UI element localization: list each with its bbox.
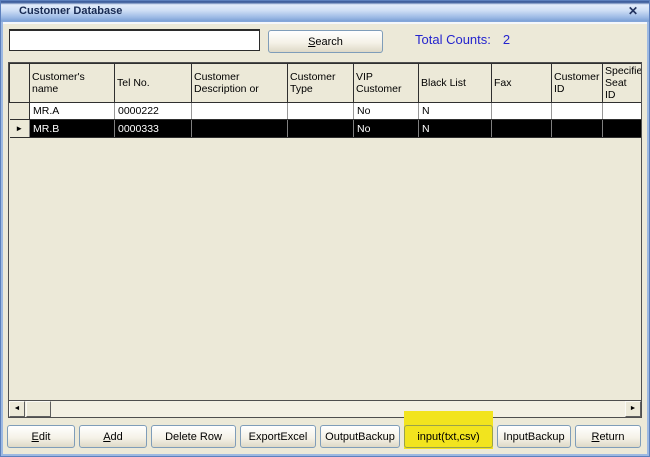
- total-counts-label: Total Counts:: [415, 32, 491, 47]
- cell-black-list[interactable]: N: [419, 120, 492, 138]
- add-button[interactable]: Add: [79, 425, 147, 448]
- cell-customer-description[interactable]: [192, 103, 288, 120]
- cell-customer-id[interactable]: [552, 120, 603, 138]
- row-selector-current[interactable]: ►: [10, 120, 30, 138]
- col-tel-no: Tel No.: [115, 64, 192, 103]
- customer-database-window: Customer Database ✕ Search Total Counts:…: [0, 0, 650, 457]
- output-backup-button[interactable]: OutputBackup: [320, 425, 400, 448]
- cell-vip-customer[interactable]: No: [354, 120, 419, 138]
- export-excel-button[interactable]: ExportExcel: [240, 425, 316, 448]
- input-txt-csv-button[interactable]: input(txt,csv): [404, 425, 493, 448]
- cell-tel-no[interactable]: 0000222: [115, 103, 192, 120]
- cell-specified-seat-id[interactable]: [603, 120, 643, 138]
- table-row-selected[interactable]: ► MR.B 0000333 No N: [10, 120, 643, 138]
- window-title: Customer Database: [19, 5, 122, 17]
- header-row: Customer's name Tel No. Customer Descrip…: [10, 64, 643, 103]
- scroll-right-icon: ►: [626, 402, 640, 416]
- row-selector[interactable]: [10, 103, 30, 120]
- cell-customer-description[interactable]: [192, 120, 288, 138]
- scroll-left-icon: ◄: [10, 402, 24, 416]
- table-row[interactable]: MR.A 0000222 No N: [10, 103, 643, 120]
- close-icon[interactable]: ✕: [628, 4, 638, 18]
- horizontal-scrollbar[interactable]: ◄ ►: [9, 400, 641, 417]
- total-counts-value: 2: [503, 32, 510, 47]
- cell-customer-type[interactable]: [288, 120, 354, 138]
- customer-table: Customer's name Tel No. Customer Descrip…: [9, 63, 642, 138]
- return-button[interactable]: Return: [575, 425, 641, 448]
- search-button[interactable]: Search: [268, 30, 383, 53]
- cell-specified-seat-id[interactable]: [603, 103, 643, 120]
- col-customer-type: Customer Type: [288, 64, 354, 103]
- title-bar: Customer Database ✕: [1, 1, 649, 22]
- col-customers-name: Customer's name: [30, 64, 115, 103]
- scrollbar-thumb[interactable]: [26, 401, 51, 417]
- cell-customer-id[interactable]: [552, 103, 603, 120]
- cell-customers-name[interactable]: MR.A: [30, 103, 115, 120]
- input-backup-button[interactable]: InputBackup: [497, 425, 571, 448]
- col-customer-description: Customer Description or: [192, 64, 288, 103]
- delete-row-button[interactable]: Delete Row: [151, 425, 236, 448]
- col-customer-id: Customer ID: [552, 64, 603, 103]
- cell-fax[interactable]: [492, 103, 552, 120]
- col-vip-customer: VIP Customer: [354, 64, 419, 103]
- cell-fax[interactable]: [492, 120, 552, 138]
- col-black-list: Black List: [419, 64, 492, 103]
- cell-tel-no[interactable]: 0000333: [115, 120, 192, 138]
- search-input[interactable]: [9, 29, 260, 51]
- cell-black-list[interactable]: N: [419, 103, 492, 120]
- col-specified-seat-id: Specified Seat ID: [603, 64, 643, 103]
- scroll-right-button[interactable]: ►: [625, 401, 641, 417]
- col-fax: Fax: [492, 64, 552, 103]
- current-row-pointer-icon: ►: [15, 124, 23, 133]
- total-counts: Total Counts: 2: [415, 32, 510, 47]
- row-selector-header: [10, 64, 30, 103]
- cell-customers-name[interactable]: MR.B: [30, 120, 115, 138]
- customer-grid: Customer's name Tel No. Customer Descrip…: [8, 62, 642, 418]
- scroll-left-button[interactable]: ◄: [9, 401, 25, 417]
- cell-customer-type[interactable]: [288, 103, 354, 120]
- cell-vip-customer[interactable]: No: [354, 103, 419, 120]
- edit-button[interactable]: Edit: [7, 425, 75, 448]
